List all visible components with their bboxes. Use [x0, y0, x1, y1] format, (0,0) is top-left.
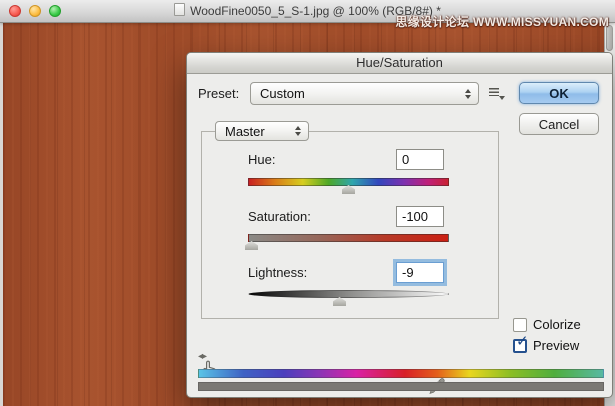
- lightness-input[interactable]: [396, 262, 444, 283]
- colorize-checkbox[interactable]: [513, 317, 527, 332]
- eyedropper-plus-icon[interactable]: +: [454, 397, 472, 398]
- saturation-input[interactable]: [396, 206, 444, 227]
- watermark-text: 思缘设计论坛 www.missyuan.com: [395, 15, 609, 29]
- preview-checkbox[interactable]: ✓: [513, 334, 529, 353]
- close-button[interactable]: [9, 5, 21, 17]
- checkmark-icon: ✓: [516, 332, 529, 350]
- spectrum-bar-before: [198, 369, 604, 378]
- hue-input[interactable]: [396, 149, 444, 170]
- left-right-arrows-icon: ◂▸: [198, 351, 207, 362]
- chevron-down-icon: [499, 96, 505, 100]
- colorize-checkbox-row[interactable]: Colorize: [513, 317, 581, 332]
- preset-options-menu-button[interactable]: [489, 87, 505, 100]
- lightness-slider-track[interactable]: [248, 290, 449, 298]
- cancel-button[interactable]: Cancel: [519, 113, 599, 135]
- saturation-slider-track[interactable]: [248, 234, 449, 242]
- lightness-label: Lightness:: [248, 265, 308, 280]
- popup-arrows-icon: [295, 126, 301, 136]
- dialog-title: Hue/Saturation: [187, 53, 612, 74]
- preset-label: Preset:: [198, 86, 240, 101]
- saturation-label: Saturation:: [248, 209, 311, 224]
- popup-arrows-icon: [465, 88, 471, 99]
- preview-label: Preview: [533, 338, 580, 353]
- channel-dropdown[interactable]: Master: [215, 121, 309, 141]
- spectrum-bar-after: [198, 382, 604, 391]
- hue-saturation-dialog: Hue/Saturation Preset: Custom OK Cancel …: [186, 52, 613, 398]
- document-icon: [174, 3, 186, 16]
- colorize-label: Colorize: [533, 317, 581, 332]
- preview-checkbox-row[interactable]: ✓ Preview: [513, 334, 580, 353]
- preset-list-icon: [489, 88, 499, 96]
- preset-value: Custom: [260, 86, 305, 101]
- hue-slider-track[interactable]: [248, 178, 449, 186]
- preset-dropdown[interactable]: Custom: [250, 82, 479, 105]
- ok-button[interactable]: OK: [519, 82, 599, 104]
- channel-value: Master: [225, 123, 265, 139]
- zoom-button[interactable]: [49, 5, 61, 17]
- hue-label: Hue:: [248, 152, 276, 167]
- minimize-button[interactable]: [29, 5, 41, 17]
